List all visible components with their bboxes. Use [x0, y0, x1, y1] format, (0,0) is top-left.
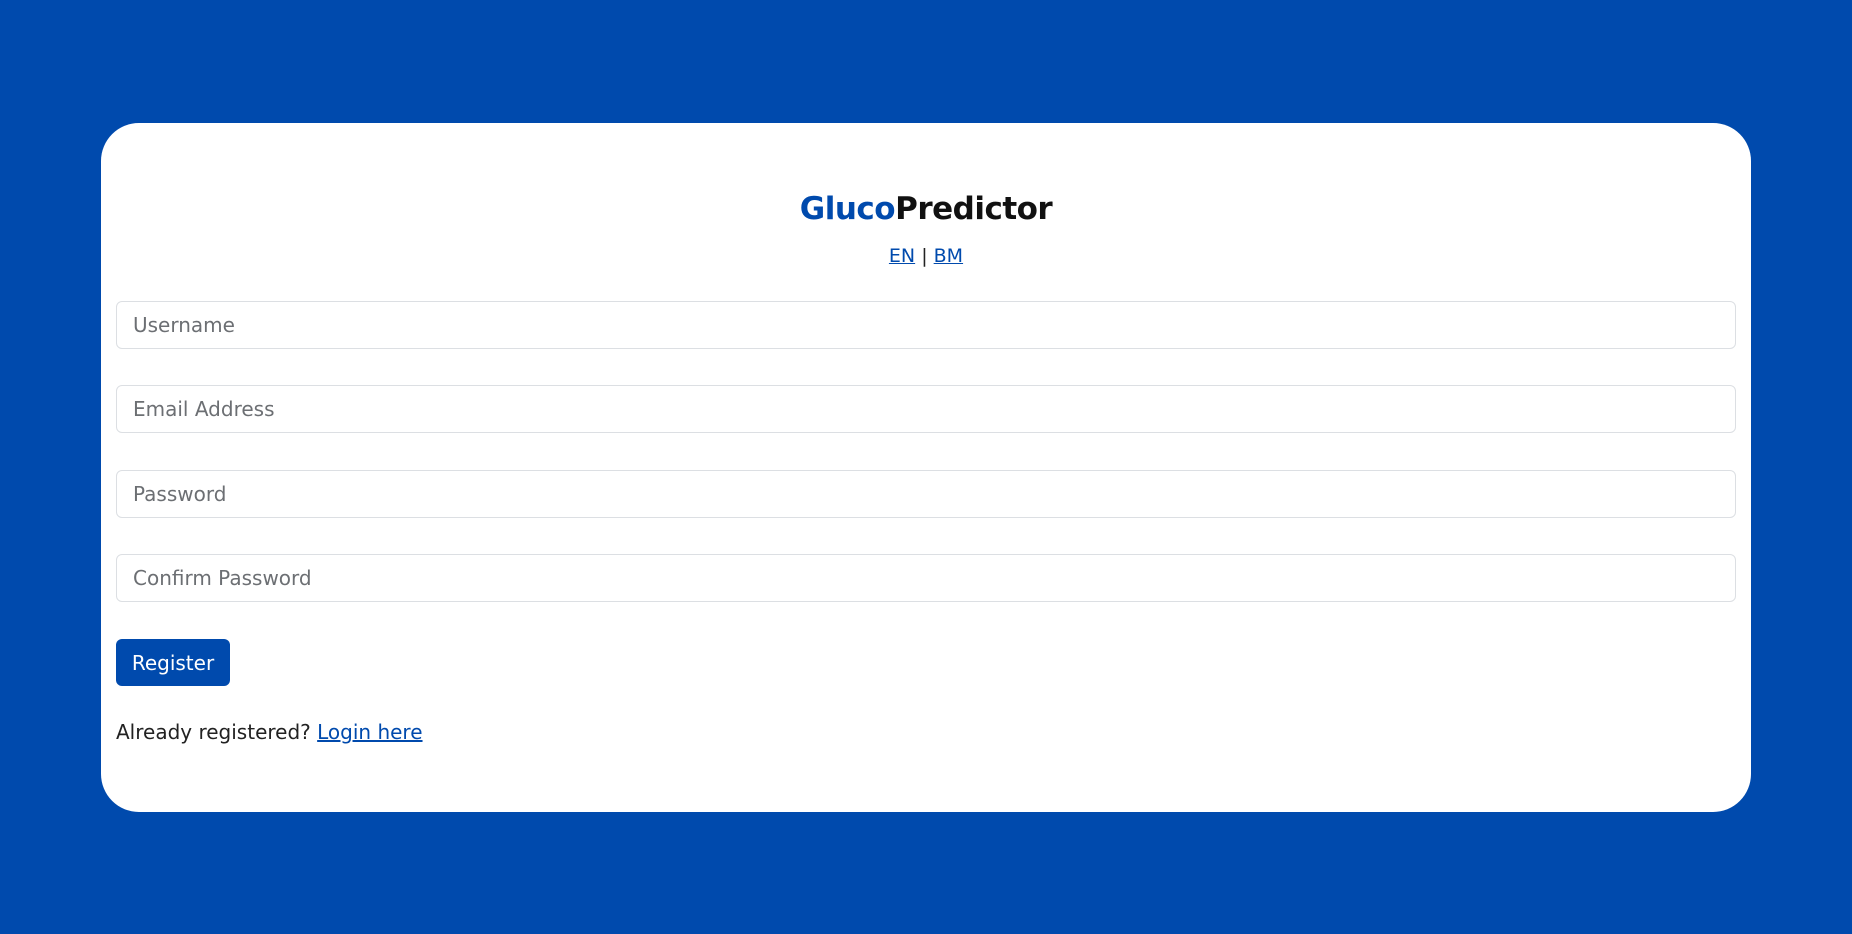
login-prompt: Already registered? Login here — [116, 718, 423, 746]
register-button[interactable]: Register — [116, 639, 230, 686]
language-bm-link[interactable]: BM — [934, 245, 963, 267]
login-prompt-text: Already registered? — [116, 720, 311, 744]
confirm-password-input[interactable] — [116, 554, 1736, 602]
app-title-part1: Gluco — [799, 191, 896, 227]
email-input[interactable] — [116, 385, 1736, 433]
login-link[interactable]: Login here — [317, 720, 422, 744]
username-input[interactable] — [116, 301, 1736, 349]
app-title-part2: Predictor — [895, 191, 1053, 227]
language-separator: | — [921, 245, 928, 267]
language-switcher: EN | BM — [101, 243, 1751, 269]
register-card: GlucoPredictor EN | BM Register Already … — [101, 123, 1751, 812]
password-input[interactable] — [116, 470, 1736, 518]
app-title: GlucoPredictor — [101, 189, 1751, 229]
language-en-link[interactable]: EN — [889, 245, 915, 267]
